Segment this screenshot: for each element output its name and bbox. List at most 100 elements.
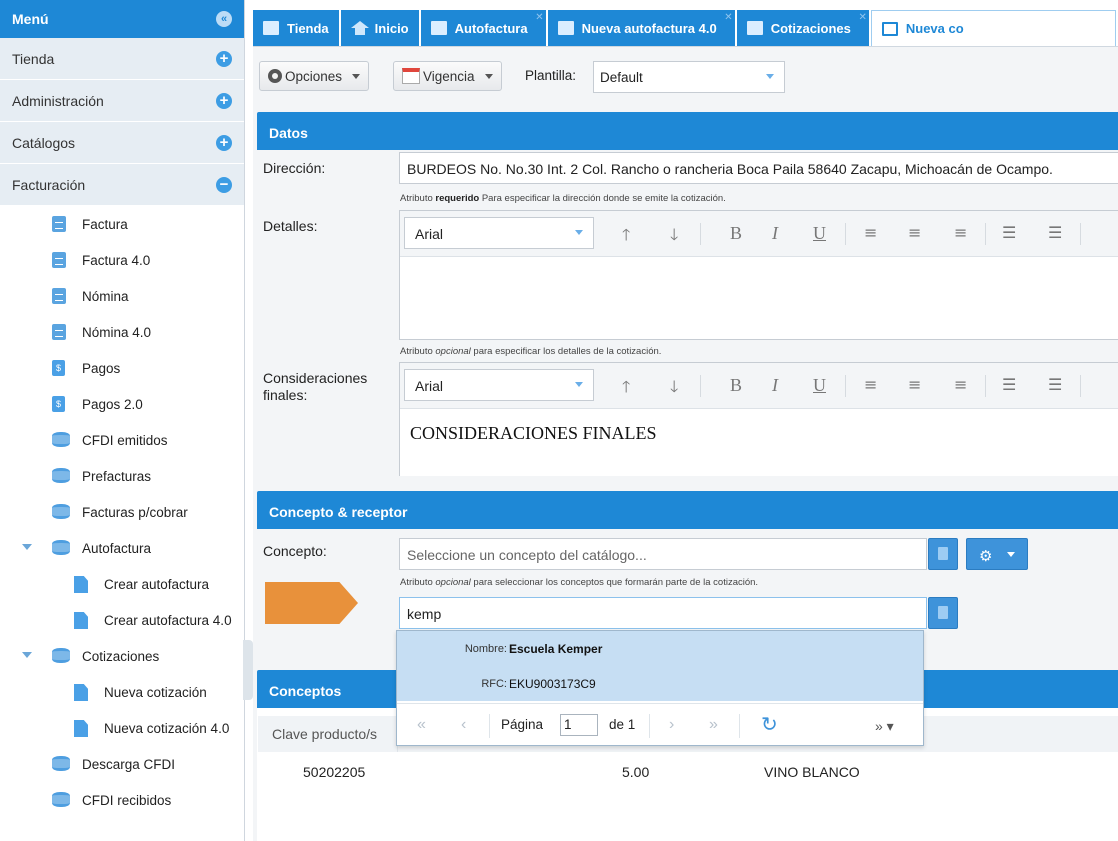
tab-bar: Tienda Inicio Autofactura ✕ Nueva autofa… [253, 10, 1118, 46]
add-concepto-button[interactable] [928, 538, 958, 570]
vigencia-button[interactable]: Vigencia [393, 61, 502, 91]
bullet-list-icon[interactable]: ☰ [1048, 223, 1062, 242]
align-center-icon[interactable]: ≡ [908, 375, 921, 394]
font-select[interactable]: Arial [404, 217, 594, 249]
detalles-editor[interactable]: Arial 🡑 🡓 B I U ≡ ≡ ≡ ☰ ☰ [399, 210, 1118, 340]
receptor-input[interactable]: kemp [399, 597, 927, 629]
sidebar-item-facturas-cobrar[interactable]: Facturas p/cobrar [0, 494, 244, 530]
next-page-icon[interactable]: › [669, 716, 674, 734]
bold-icon[interactable]: B [730, 223, 742, 244]
detalles-content[interactable] [400, 257, 1118, 285]
collapse-menu-icon[interactable]: « [216, 11, 232, 27]
sidebar-item-nomina[interactable]: Nómina [0, 278, 244, 314]
minus-circle-icon[interactable]: − [216, 177, 232, 193]
arrow-up-icon[interactable]: 🡑 [622, 376, 630, 403]
consideraciones-content[interactable]: CONSIDERACIONES FINALES [400, 409, 1118, 458]
concepto-title: Concepto & receptor [269, 504, 408, 520]
tab-label: Autofactura [454, 20, 528, 36]
concepto-settings-button[interactable]: ⚙ [966, 538, 1028, 570]
sidebar-item-cotizaciones[interactable]: Cotizaciones [0, 638, 244, 674]
sidebar-item-factura-4[interactable]: Factura 4.0 [0, 242, 244, 278]
detalles-toolbar: Arial 🡑 🡓 B I U ≡ ≡ ≡ ☰ ☰ [400, 211, 1118, 257]
sidebar-item-label: Pagos [82, 360, 121, 376]
align-left-icon[interactable]: ≡ [864, 223, 877, 242]
options-button[interactable]: Opciones [259, 61, 370, 91]
sidebar-item-cfdi-emitidos[interactable]: CFDI emitidos [0, 422, 244, 458]
sidebar-item-nueva-cotizacion[interactable]: Nueva cotización [0, 674, 244, 710]
direccion-value: BURDEOS No. No.30 Int. 2 Col. Rancho o r… [407, 161, 1053, 177]
more-options-icon[interactable]: » ▾ [875, 718, 894, 735]
sidebar-item-pagos[interactable]: $ Pagos [0, 350, 244, 386]
sidebar-section-facturacion[interactable]: Facturación − [0, 164, 244, 206]
sidebar-item-cfdi-recibidos[interactable]: CFDI recibidos [0, 782, 244, 818]
sidebar-section-tienda[interactable]: Tienda + [0, 38, 244, 80]
expand-triangle-icon[interactable] [22, 544, 32, 550]
close-tab-icon[interactable]: ✕ [724, 12, 732, 23]
page-input[interactable]: 1 [560, 714, 598, 736]
sidebar-item-prefacturas[interactable]: Prefacturas [0, 458, 244, 494]
document-add-icon [938, 606, 948, 619]
detalles-hint: Atributo opcional para especificar los d… [400, 346, 662, 357]
plantilla-select[interactable]: Default [593, 61, 785, 93]
italic-icon[interactable]: I [772, 375, 778, 396]
sidebar-item-autofactura[interactable]: Autofactura [0, 530, 244, 566]
last-page-icon[interactable]: » [709, 716, 718, 734]
chevron-down-icon [575, 230, 583, 235]
underline-icon[interactable]: U [813, 375, 826, 396]
tab-label: Nueva co [905, 21, 964, 36]
plus-circle-icon[interactable]: + [216, 135, 232, 151]
arrow-down-icon[interactable]: 🡓 [670, 224, 678, 251]
expand-triangle-icon[interactable] [22, 652, 32, 658]
close-tab-icon[interactable]: ✕ [535, 12, 543, 23]
align-right-icon[interactable]: ≡ [954, 223, 967, 242]
consideraciones-editor[interactable]: Arial 🡑 🡓 B I U ≡ ≡ ≡ ☰ ☰ CONSIDERACIONE… [399, 362, 1118, 476]
bullet-list-icon[interactable]: ☰ [1048, 375, 1062, 394]
close-tab-icon[interactable]: ✕ [858, 12, 866, 23]
sidebar-item-descarga-cfdi[interactable]: Descarga CFDI [0, 746, 244, 782]
tab-autofactura[interactable]: Autofactura ✕ [420, 10, 546, 46]
receptor-value: kemp [407, 606, 442, 622]
numbered-list-icon[interactable]: ☰ [1002, 223, 1016, 242]
bold-icon[interactable]: B [730, 375, 742, 396]
direccion-hint: Atributo requerido Para especificar la d… [400, 193, 726, 204]
first-page-icon[interactable]: « [417, 716, 426, 734]
tab-tienda[interactable]: Tienda [253, 10, 339, 46]
refresh-icon[interactable]: ↻ [761, 712, 778, 737]
add-receptor-button[interactable] [928, 597, 958, 629]
suggestion-item[interactable]: Nombre: Escuela Kemper RFC: EKU9003173C9 [397, 631, 923, 701]
database-icon [52, 432, 70, 447]
direccion-input[interactable]: BURDEOS No. No.30 Int. 2 Col. Rancho o r… [399, 152, 1118, 184]
sidebar-section-administracion[interactable]: Administración + [0, 80, 244, 122]
tab-nueva-cotizacion[interactable]: Nueva co [870, 10, 1116, 46]
underline-icon[interactable]: U [813, 223, 826, 244]
font-select[interactable]: Arial [404, 369, 594, 401]
sidebar-item-label: Facturas p/cobrar [82, 504, 188, 520]
align-right-icon[interactable]: ≡ [954, 375, 967, 394]
align-center-icon[interactable]: ≡ [908, 223, 921, 242]
plus-circle-icon[interactable]: + [216, 93, 232, 109]
plantilla-label: Plantilla: [525, 68, 577, 83]
concepto-placeholder: Seleccione un concepto del catálogo... [407, 547, 647, 563]
tab-cotizaciones[interactable]: Cotizaciones ✕ [736, 10, 869, 46]
sidebar-splitter[interactable] [243, 640, 253, 700]
sidebar-item-factura[interactable]: Factura [0, 206, 244, 242]
tab-inicio[interactable]: Inicio [340, 10, 419, 46]
italic-icon[interactable]: I [772, 223, 778, 244]
column-header-clave[interactable]: Clave producto/s [258, 716, 398, 752]
sidebar-section-catalogos[interactable]: Catálogos + [0, 122, 244, 164]
sidebar-item-nomina-4[interactable]: Nómina 4.0 [0, 314, 244, 350]
sidebar-item-crear-autofactura-4[interactable]: Crear autofactura 4.0 [0, 602, 244, 638]
plus-circle-icon[interactable]: + [216, 51, 232, 67]
sidebar-item-pagos-2[interactable]: $ Pagos 2.0 [0, 386, 244, 422]
prev-page-icon[interactable]: ‹ [461, 716, 466, 734]
concepto-input[interactable]: Seleccione un concepto del catálogo... [399, 538, 927, 570]
arrow-up-icon[interactable]: 🡑 [622, 224, 630, 251]
sidebar-item-crear-autofactura[interactable]: Crear autofactura [0, 566, 244, 602]
align-left-icon[interactable]: ≡ [864, 375, 877, 394]
chevron-down-icon [575, 382, 583, 387]
numbered-list-icon[interactable]: ☰ [1002, 375, 1016, 394]
sidebar-item-nueva-cotizacion-4[interactable]: Nueva cotización 4.0 [0, 710, 244, 746]
arrow-down-icon[interactable]: 🡓 [670, 376, 678, 403]
form-icon [557, 21, 574, 35]
tab-nueva-autofactura[interactable]: Nueva autofactura 4.0 ✕ [547, 10, 735, 46]
